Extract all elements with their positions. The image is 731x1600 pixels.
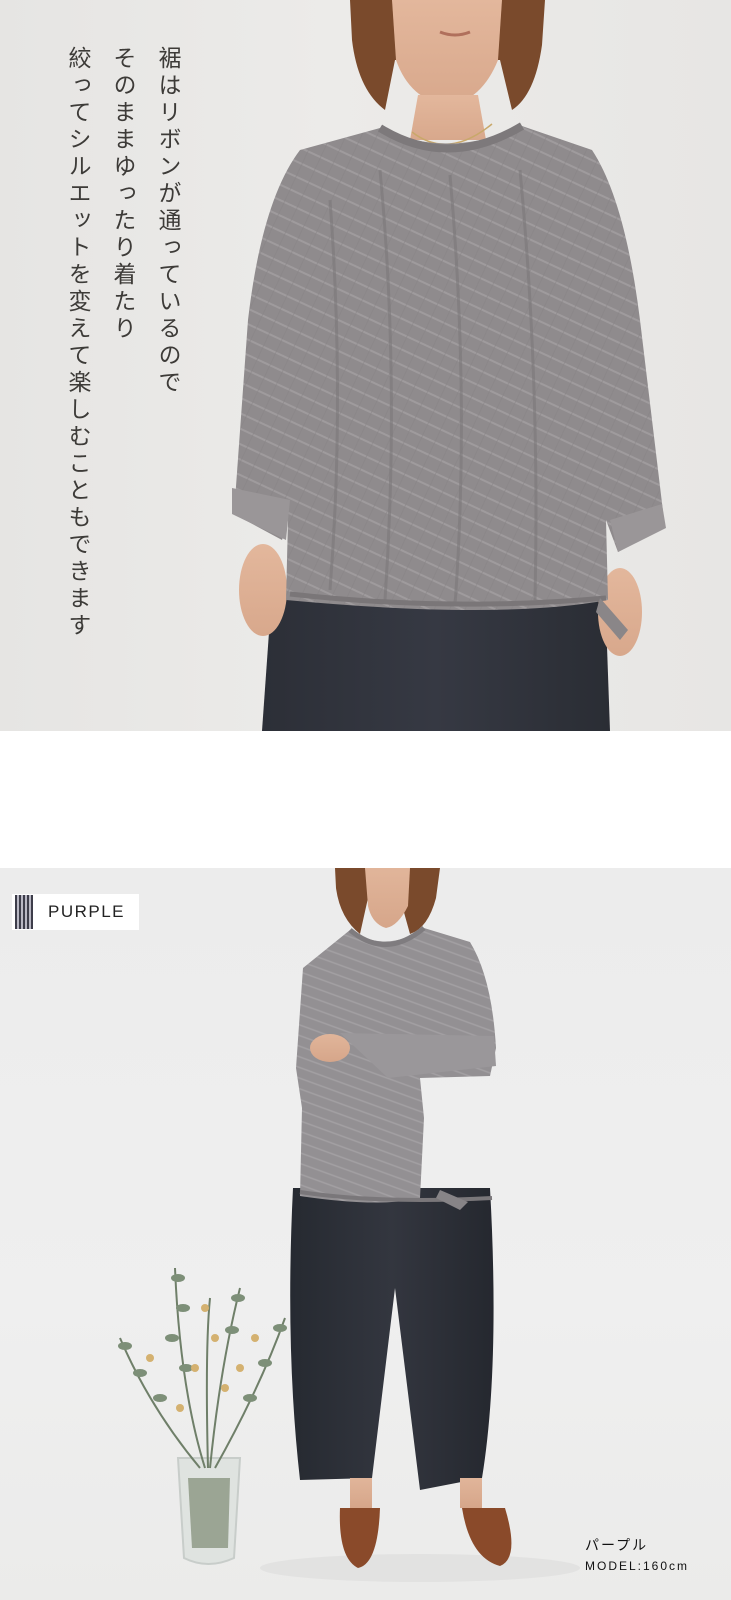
model-full-body-illustration bbox=[118, 868, 580, 1582]
photo-caption: パープル MODEL:160cm bbox=[585, 1535, 689, 1573]
hero-photo: 裾はリボンが通っているので そのままゆったり着たり 絞ってシルエットを変えて楽し… bbox=[0, 0, 731, 731]
caption-color-name: パープル bbox=[585, 1537, 649, 1553]
fabric-swatch bbox=[15, 895, 33, 929]
full-body-photo: PURPLE パープル MODEL:160cm bbox=[0, 868, 731, 1600]
caption-model-info: MODEL:160cm bbox=[585, 1559, 690, 1573]
caption-line-3: 絞ってシルエットを変えて楽しむこともできます bbox=[64, 46, 90, 640]
caption-line-1: 裾はリボンが通っているので bbox=[154, 46, 180, 397]
color-tag: PURPLE bbox=[12, 894, 139, 930]
caption-line-2: そのままゆったり着たり bbox=[109, 46, 135, 343]
color-tag-label: PURPLE bbox=[48, 902, 126, 921]
